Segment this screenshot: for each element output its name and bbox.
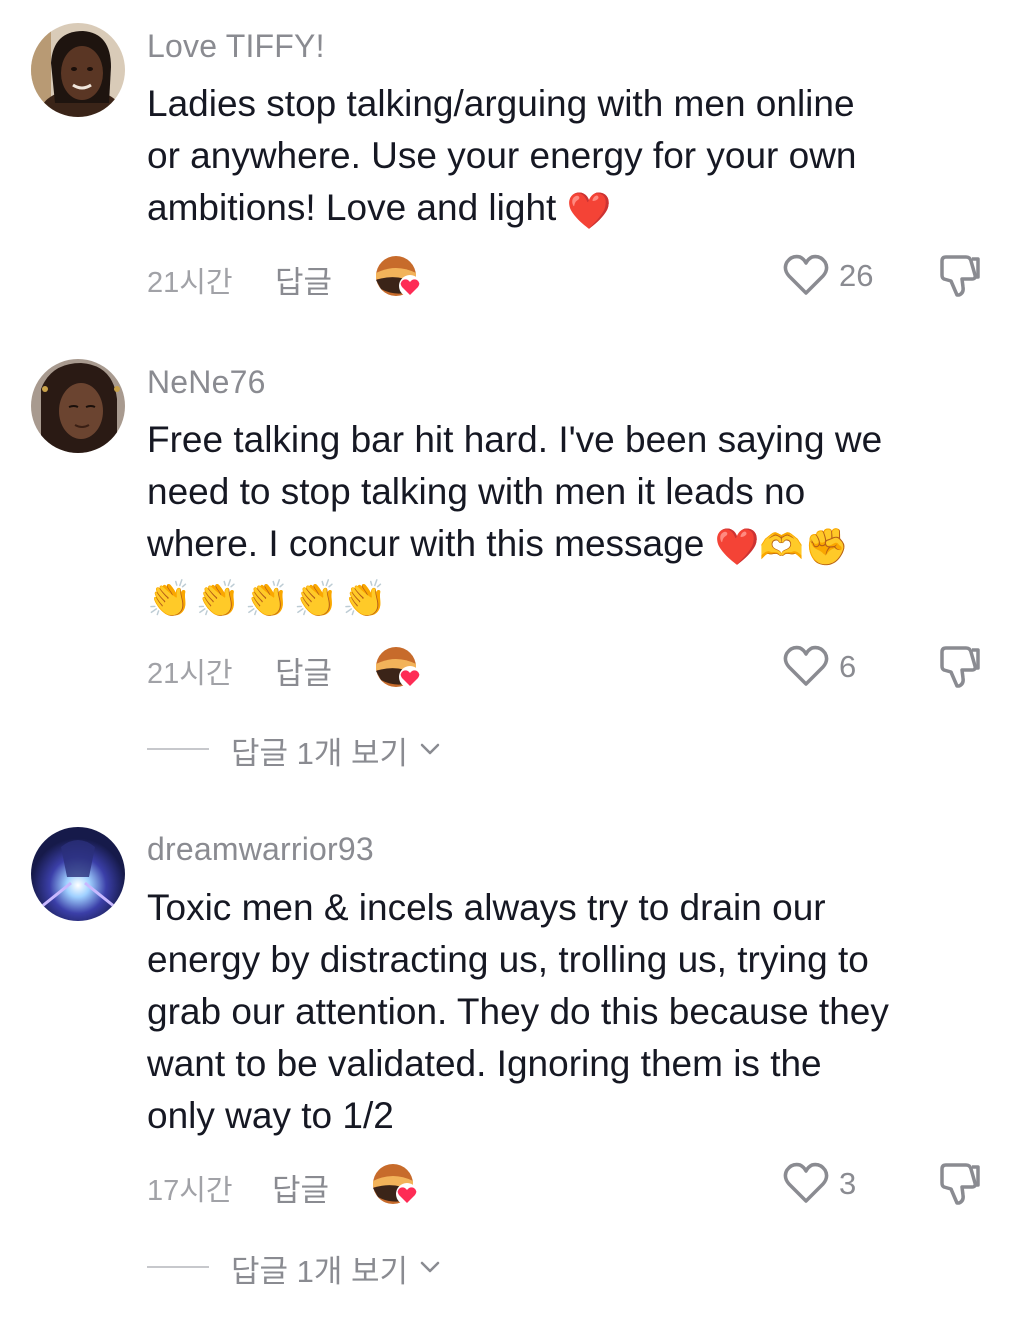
clapping-emoji-line: 👏👏👏👏👏 xyxy=(147,579,392,620)
comment-meta: 21시간 답글 6 xyxy=(147,642,997,692)
chevron-down-icon xyxy=(420,1261,440,1273)
avatar[interactable] xyxy=(31,359,125,453)
comment-text-line: energy by distracting us, trolling us, t… xyxy=(147,939,869,980)
comment-text-line: or anywhere. Use your energy for your ow… xyxy=(147,135,857,176)
comment-text-line: only way to 1/2 xyxy=(147,1095,394,1136)
comment-username[interactable]: NeNe76 xyxy=(147,364,266,401)
heart-outline-icon[interactable] xyxy=(783,644,829,688)
chevron-down-icon xyxy=(420,743,440,755)
comment-meta: 21시간 답글 26 xyxy=(147,251,997,301)
comment-meta: 17시간 답글 3 xyxy=(147,1159,997,1209)
creator-liked-badge xyxy=(375,253,423,299)
comment-text-line: need to stop talking with men it leads n… xyxy=(147,471,806,512)
thumbs-down-icon[interactable] xyxy=(936,642,984,690)
comment-text: Toxic men & incels always try to drain o… xyxy=(147,882,997,1142)
comment-text-line: grab our attention. They do this because… xyxy=(147,991,889,1032)
like-count: 6 xyxy=(839,649,857,684)
comment-username[interactable]: dreamwarrior93 xyxy=(147,831,374,868)
reply-button[interactable]: 답글 xyxy=(275,257,332,302)
view-replies-label: 답글 1개 보기 xyxy=(231,736,409,771)
view-replies-button[interactable]: 답글 1개 보기 xyxy=(147,726,467,771)
view-replies-button[interactable]: 답글 1개 보기 xyxy=(147,1244,467,1289)
avatar[interactable] xyxy=(31,23,125,117)
comment-text: Free talking bar hit hard. I've been say… xyxy=(147,414,997,626)
heart-outline-icon[interactable] xyxy=(783,253,829,297)
creator-liked-badge xyxy=(375,644,423,690)
comment-username[interactable]: Love TIFFY! xyxy=(147,28,325,65)
comment-text-line: where. I concur with this message ❤️🫶✊ xyxy=(147,518,997,574)
thumbs-down-icon[interactable] xyxy=(936,251,984,299)
comment-timestamp: 17시간 xyxy=(147,1175,233,1207)
reply-button[interactable]: 답글 xyxy=(275,648,332,693)
emoji-group: ❤️🫶✊ xyxy=(714,527,850,568)
comment-text: Ladies stop talking/arguing with men onl… xyxy=(147,78,997,238)
heart-outline-icon[interactable] xyxy=(783,1161,829,1205)
comment-text-line: Free talking bar hit hard. I've been say… xyxy=(147,419,883,460)
comment-text-line: want to be validated. Ignoring them is t… xyxy=(147,1043,822,1084)
divider xyxy=(147,748,209,750)
reply-button[interactable]: 답글 xyxy=(272,1165,329,1210)
comment-text-segment: ambitions! Love and light xyxy=(147,187,557,228)
like-count: 26 xyxy=(839,258,874,293)
comment-text-line: ambitions! Love and light ❤️ xyxy=(147,182,997,238)
divider xyxy=(147,1266,209,1268)
comment-text-line: Ladies stop talking/arguing with men onl… xyxy=(147,83,855,124)
like-count: 3 xyxy=(839,1166,857,1201)
comment-text-line: Toxic men & incels always try to drain o… xyxy=(147,887,826,928)
view-replies-label: 답글 1개 보기 xyxy=(231,1254,409,1289)
avatar[interactable] xyxy=(31,827,125,921)
creator-liked-badge xyxy=(372,1161,420,1207)
heart-emoji: ❤️ xyxy=(566,191,612,232)
comment-text-segment: where. I concur with this message xyxy=(147,523,705,564)
comment-timestamp: 21시간 xyxy=(147,658,233,690)
comment-timestamp: 21시간 xyxy=(147,267,233,299)
thumbs-down-icon[interactable] xyxy=(936,1159,984,1207)
